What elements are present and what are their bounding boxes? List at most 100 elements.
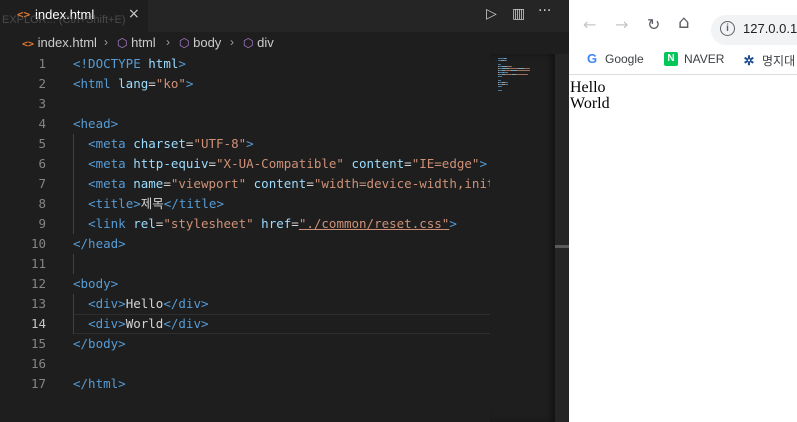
code-token: <link [88,216,134,231]
address-bar[interactable]: i 127.0.0.1 [711,15,797,45]
minimap-mark [506,60,507,61]
forward-icon[interactable]: → [615,15,628,34]
line-number: 13 [30,296,46,311]
code-token: href [261,216,292,231]
vertical-scrollbar[interactable] [555,54,569,422]
code-token: = [208,156,217,171]
home-icon[interactable]: ⌂ [678,12,689,33]
minimap-mark [498,90,502,91]
code-line[interactable]: <meta charset="UTF-8"> [73,134,254,154]
line-number: 4 [38,116,46,131]
breadcrumb-item-body[interactable]: ⬡ body [179,35,221,50]
browser-window: ← → ↻ ⌂ i 127.0.0.1 G Google N NAVER ✲ 명… [569,0,797,422]
indent-guide [73,254,74,274]
naver-icon: N [664,52,678,66]
code-token: name [133,176,164,191]
code-token: </div> [163,316,209,331]
code-token: = [306,176,314,191]
breadcrumb-item-div[interactable]: ⬡ div [243,35,274,50]
minimap-mark [529,68,530,69]
minimap-mark [509,68,518,69]
minimap-mark [505,84,508,85]
code-token: http-equiv [133,156,209,171]
code-token: html [148,56,179,71]
bookmark-google[interactable]: G Google [585,51,644,67]
minimap-mark [498,76,502,77]
code-token: = [148,76,156,91]
code-token: = [163,176,171,191]
code-token: <div> [88,296,126,311]
code-line[interactable]: <div>World</div> [73,314,209,334]
code-token: <meta [88,176,134,191]
line-number: 14 [30,316,46,331]
code-line[interactable]: <meta name="viewport" content="width=dev… [73,174,494,194]
code-token: </div> [163,296,209,311]
breadcrumb-item-file[interactable]: <> index.html [22,35,97,50]
line-number: 17 [30,376,46,391]
chevron-right-icon: › [104,35,108,49]
breadcrumb-item-html[interactable]: ⬡ html [117,35,156,50]
bookmark-myongji[interactable]: ✲ 명지대 [742,52,796,69]
line-number: 11 [30,256,46,271]
code-line[interactable]: <div>Hello</div> [73,294,209,314]
line-number: 8 [38,196,46,211]
code-token: = [291,216,299,231]
rendered-page: Hello World [569,75,797,422]
code-token: <meta [88,136,134,151]
code-token: > [449,216,457,231]
code-line[interactable]: </head> [73,234,126,254]
code-area[interactable]: 1 <!DOCTYPE html> 2 <html lang="ko"> 3 4 <head… [0,54,495,422]
code-token: rel [133,216,156,231]
minimap[interactable] [490,54,555,422]
element-icon: ⬡ [179,36,190,50]
code-line[interactable]: <body> [73,274,118,294]
code-line[interactable]: <html lang="ko"> [73,74,193,94]
code-token: <title> [88,196,141,211]
code-token: </html> [73,376,126,391]
more-actions-icon[interactable]: ··· [538,3,551,19]
minimap-mark [506,58,507,59]
run-icon[interactable]: ▷ [486,6,497,22]
code-token: "./common/reset.css" [298,216,450,231]
code-token: "ko" [155,76,186,91]
bookmark-naver[interactable]: N NAVER [664,52,724,66]
scrollbar-cursor-marker [555,245,569,248]
code-line[interactable]: <head> [73,114,118,134]
chevron-right-icon: › [230,35,234,49]
code-line[interactable]: <title>제목</title> [73,194,224,214]
code-editor[interactable]: <> index.html × EXPLOR... (Ctrl+Shift+E)… [0,0,569,422]
page-text-world: World [570,95,610,112]
back-icon[interactable]: ← [583,15,596,34]
editor-tab-bar: <> index.html × EXPLOR... (Ctrl+Shift+E)… [0,0,569,32]
breadcrumb: <> index.html › ⬡ html › ⬡ body › ⬡ div [0,32,569,54]
code-token: </head> [73,236,126,251]
line-number: 15 [30,336,46,351]
url-text: 127.0.0.1 [743,21,797,36]
minimap-mark [511,66,512,67]
line-number: 9 [38,216,46,231]
code-line[interactable]: </body> [73,334,126,354]
code-token: charset [133,136,186,151]
info-icon[interactable]: i [720,21,735,36]
code-token: 제목 [140,196,164,211]
reload-icon[interactable]: ↻ [647,15,660,34]
close-icon[interactable]: × [128,6,140,22]
bookmarks-bar: G Google N NAVER ✲ 명지대 [569,46,797,74]
code-line[interactable]: <link rel="stylesheet" href="./common/re… [73,214,457,234]
line-number: 7 [38,176,46,191]
google-icon: G [586,51,598,66]
minimap-mark [498,64,501,65]
code-line[interactable]: <!DOCTYPE html> [73,54,186,74]
line-number: 3 [38,96,46,111]
code-token: <head> [73,116,119,131]
code-line[interactable]: <meta http-equiv="X-UA-Compatible" conte… [73,154,487,174]
split-editor-icon[interactable]: ▥ [512,6,525,22]
minimap-mark [516,74,527,75]
browser-toolbar: ← → ↻ ⌂ i 127.0.0.1 [569,0,797,45]
code-token: <meta [88,156,134,171]
line-number: 6 [38,156,46,171]
code-line[interactable]: </html> [73,374,126,394]
